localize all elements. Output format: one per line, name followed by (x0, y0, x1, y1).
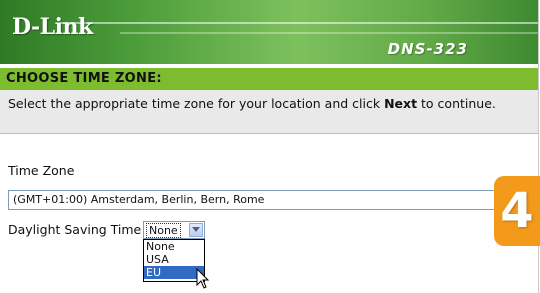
instructions-next-word: Next (384, 96, 418, 111)
step-badge: 4 (494, 176, 540, 246)
setup-wizard-window: D-Link DNS-323 CHOOSE TIME ZONE: Select … (0, 0, 539, 293)
time-zone-select[interactable]: (GMT+01:00) Amsterdam, Berlin, Bern, Rom… (8, 190, 520, 210)
dst-option-usa[interactable]: USA (144, 253, 204, 266)
dst-selected-value: None (146, 223, 181, 238)
header-banner: D-Link DNS-323 (0, 0, 538, 64)
brand-logo: D-Link (12, 14, 93, 40)
time-zone-label: Time Zone (8, 163, 75, 178)
dst-select[interactable]: None (143, 221, 205, 239)
dst-option-none[interactable]: None (144, 240, 204, 253)
chevron-down-icon[interactable] (189, 223, 203, 237)
instructions-text-end: to continue. (417, 96, 496, 111)
model-name: DNS-323 (387, 40, 468, 58)
mouse-pointer-icon (196, 268, 210, 289)
dst-option-eu[interactable]: EU (144, 266, 204, 279)
section-title: CHOOSE TIME ZONE: (0, 68, 538, 90)
instructions-text: Select the appropriate time zone for you… (8, 96, 385, 111)
instructions: Select the appropriate time zone for you… (0, 90, 538, 134)
dst-label: Daylight Saving Time (8, 222, 142, 237)
